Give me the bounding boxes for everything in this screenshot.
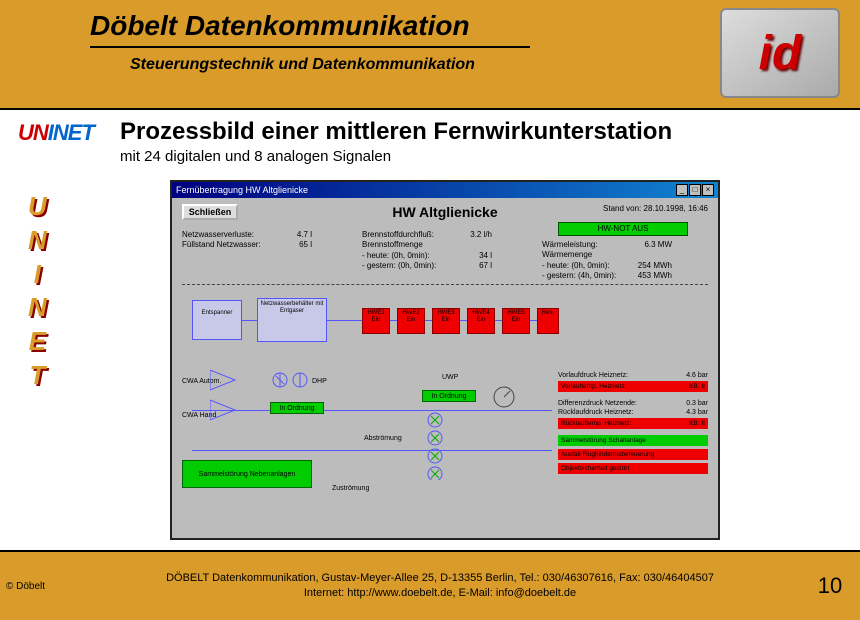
divider <box>182 284 708 285</box>
dhp-label: DHP <box>312 378 327 385</box>
netzwasser-box: Netzwasserbehälter mit Entgaser <box>257 298 327 342</box>
hwe-res: Res. <box>537 308 559 334</box>
info-col-1: Netzwasserverluste:4.7 l Füllstand Netzw… <box>182 230 312 251</box>
sammelstoerung-box: Sammelstörung Nebenanlagen <box>182 460 312 488</box>
footer: © Döbelt DÖBELT Datenkommunikation, Gust… <box>0 550 860 620</box>
hwe-1: HWE1Ein <box>362 308 390 334</box>
ruecklauftemp-bar: Rücklauftemp. Heiznetz: KB. II <box>558 418 708 429</box>
window-title: Fernübertragung HW Altglienicke <box>176 185 308 195</box>
page-subtitle: mit 24 digitalen und 8 analogen Signalen <box>120 148 840 165</box>
flughindernis-bar: Ausfall Flughindernisbefeuerung <box>558 449 708 460</box>
not-aus-indicator: HW-NOT AUS <box>558 222 688 236</box>
company-logo: id <box>720 8 840 98</box>
close-button[interactable]: Schließen <box>182 204 238 220</box>
gauge-icon <box>492 385 516 409</box>
process-window: Fernübertragung HW Altglienicke _ □ × Sc… <box>170 180 720 540</box>
info-col-2: Brennstoffdurchfluß:3.2 l/h Brennstoffme… <box>362 230 492 272</box>
hwe-4: HWE4Ein <box>467 308 495 334</box>
sidebar-brand: UNINET <box>28 190 47 393</box>
measurement-panel: Vorlaufdruck Heiznetz:4.6 bar Vorlauftem… <box>558 370 708 474</box>
cwa-triangles-icon <box>210 370 240 425</box>
abstroemung-label: Abströmung <box>364 435 402 442</box>
content-area: UNINET Prozessbild einer mittleren Fernw… <box>0 110 860 550</box>
minimize-icon[interactable]: _ <box>676 184 688 196</box>
uwp-status: In Ordnung <box>422 390 476 402</box>
footer-contact: DÖBELT Datenkommunikation, Gustav-Meyer-… <box>80 571 800 602</box>
logo-text: id <box>759 26 802 81</box>
vorlauftemp-bar: Vorlauftemp. Heiznetz: KB. II <box>558 381 708 392</box>
header-title: Döbelt Datenkommunikation <box>90 10 530 48</box>
maximize-icon[interactable]: □ <box>689 184 701 196</box>
dhp-pumps-icon <box>272 368 312 398</box>
entspanner-box: Entspanner <box>192 300 242 340</box>
sammelstoerung-schalt-bar: Sammelstörung Schaltanlage <box>558 435 708 446</box>
uwp-label: UWP <box>442 374 458 381</box>
hwe-5: HWE5Ein <box>502 308 530 334</box>
window-titlebar[interactable]: Fernübertragung HW Altglienicke _ □ × <box>172 182 718 198</box>
page-title: Prozessbild einer mittleren Fernwirkunte… <box>120 118 840 146</box>
objektsicherheit-bar: Objektsicherheit gestört <box>558 463 708 474</box>
hwe-3: HWE3Ein <box>432 308 460 334</box>
hwe-2: HWE2Ein <box>397 308 425 334</box>
schematic-diagram: Entspanner Netzwasserbehälter mit Entgas… <box>182 290 708 532</box>
zustroemung-label: Zuströmung <box>332 485 369 492</box>
uninet-logo: UNINET <box>18 120 94 146</box>
heat-exchanger-icon <box>422 410 448 480</box>
window-body: Schließen HW Altglienicke Stand von: 28.… <box>172 198 718 540</box>
dhp-status: In Ordnung <box>270 402 324 414</box>
copyright: © Döbelt <box>0 581 80 592</box>
close-icon[interactable]: × <box>702 184 714 196</box>
timestamp: Stand von: 28.10.1998, 16:46 <box>603 204 708 213</box>
info-col-3: Wärmeleistung:6.3 MW Wärmemenge - heute:… <box>542 240 672 282</box>
page-number: 10 <box>800 573 860 599</box>
header-subtitle: Steuerungstechnik und Datenkommunikation <box>90 56 720 74</box>
header: Döbelt Datenkommunikation Steuerungstech… <box>0 0 860 110</box>
